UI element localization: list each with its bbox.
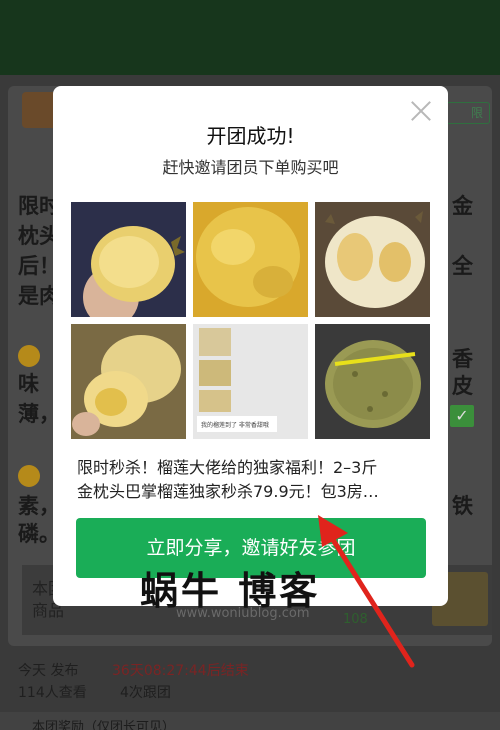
reward-text: 本团奖励（仅团长可见） [32, 720, 176, 730]
post-text-line: 香 [452, 347, 473, 371]
smile-emoji-icon [18, 465, 40, 487]
watermark-url: www.woniublog.com [176, 606, 310, 621]
view-count: 114人查看 [18, 685, 87, 701]
chat-caption: 我的榴莲到了 非常香甜哦 [201, 421, 269, 429]
product-image-durian-flesh-held[interactable] [71, 324, 186, 439]
product-image-durian-in-hand[interactable] [71, 202, 186, 317]
group-success-dialog: 开团成功! 赶快邀请团员下单购买吧 我的榴莲到了 非常香甜哦 限时秒杀！榴莲大佬… [53, 86, 448, 606]
goods-count-badge: 108 [343, 612, 368, 627]
description-line: 限时秒杀！榴莲大佬给的独家福利！2–3斤 [77, 458, 378, 477]
post-text-line: 味 [18, 372, 39, 396]
follow-tag[interactable]: 限 [446, 102, 490, 124]
post-text-line: 全 [452, 254, 473, 278]
product-image-whole-durian[interactable] [315, 324, 430, 439]
post-text-line: 铁 [452, 494, 473, 518]
countdown-text: 36天08:27:44后结束 [112, 663, 249, 679]
app-header [0, 0, 500, 75]
join-count: 4次跟团 [120, 685, 171, 701]
post-text-line: 皮 [452, 374, 473, 398]
post-text-line: 金 [452, 194, 473, 218]
product-image-chat-screenshot[interactable]: 我的榴莲到了 非常香甜哦 [193, 324, 308, 439]
product-image-durian-flesh-closeup[interactable] [193, 202, 308, 317]
dialog-title: 开团成功! [206, 124, 295, 148]
dialog-subtitle: 赶快邀请团员下单购买吧 [162, 158, 339, 177]
close-icon[interactable] [410, 100, 432, 122]
product-image-durian-pods-open[interactable] [315, 202, 430, 317]
publish-info: 今天 发布 [18, 663, 79, 679]
product-image-grid: 我的榴莲到了 非常香甜哦 [71, 202, 431, 442]
smile-emoji-icon [18, 345, 40, 367]
checkmark-icon: ✓ [450, 405, 474, 427]
description-line: 金枕头巴掌榴莲独家秒杀79.9元！包3房… [77, 482, 379, 501]
product-description: 限时秒杀！榴莲大佬给的独家福利！2–3斤 金枕头巴掌榴莲独家秒杀79.9元！包3… [77, 456, 427, 504]
